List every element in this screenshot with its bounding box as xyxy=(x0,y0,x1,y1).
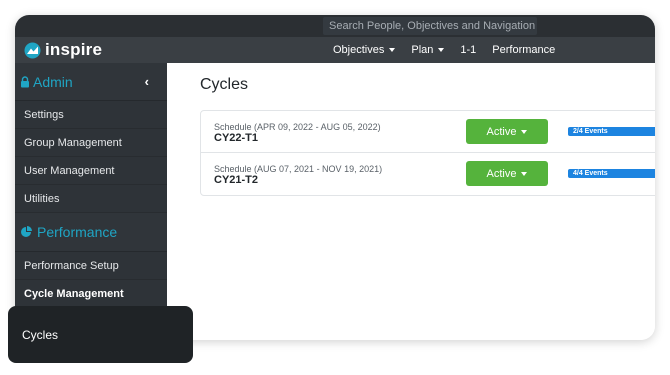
nav-item-plan[interactable]: Plan xyxy=(411,44,445,56)
main-navbar: inspire Objectives Plan 1-1 Performance xyxy=(15,37,655,63)
app-window: Search People, Objectives and Navigation… xyxy=(15,15,655,340)
cycle-schedule: Schedule (AUG 07, 2021 - NOV 19, 2021) xyxy=(214,164,383,174)
sidebar-item-label: Settings xyxy=(24,108,64,121)
inspire-logo-icon xyxy=(24,42,41,58)
cycle-name[interactable]: CY22-T1 xyxy=(214,132,258,144)
logo-text: inspire xyxy=(45,40,103,59)
cycles-list: Schedule (APR 09, 2022 - AUG 05, 2022) C… xyxy=(200,110,655,196)
caret-down-icon xyxy=(389,48,396,52)
sidebar-performance-header[interactable]: Performance xyxy=(15,213,167,252)
nav-item-objectives[interactable]: Objectives xyxy=(333,44,396,56)
events-progress-badge: 2/4 Events xyxy=(568,127,655,136)
search-placeholder: Search People, Objectives and Navigation xyxy=(329,20,536,32)
caret-down-icon xyxy=(521,129,528,134)
top-search-bar: Search People, Objectives and Navigation xyxy=(15,15,655,37)
caret-down-icon xyxy=(438,48,445,52)
nav-item-label: Performance xyxy=(492,44,556,56)
nav-item-label: Plan xyxy=(411,44,434,56)
cycle-status-dropdown[interactable]: Active xyxy=(466,119,548,144)
sidebar-item-label: User Management xyxy=(24,164,115,177)
nav-item-label: Objectives xyxy=(333,44,385,56)
cycle-status-label: Active xyxy=(486,125,517,138)
cycle-name[interactable]: CY21-T2 xyxy=(214,174,258,186)
sidebar-performance-title: Performance xyxy=(37,224,118,240)
sidebar-item-performance-setup[interactable]: Performance Setup xyxy=(15,252,167,280)
lock-icon xyxy=(21,75,29,87)
nav-item-label: 1-1 xyxy=(460,44,477,56)
sidebar-admin-title: Admin xyxy=(33,73,73,90)
sidebar-item-user-management[interactable]: User Management xyxy=(15,157,167,185)
main-content: Cycles Schedule (APR 09, 2022 - AUG 05, … xyxy=(167,63,655,340)
sidebar-item-utilities[interactable]: Utilities xyxy=(15,185,167,213)
nav-item-one-on-one[interactable]: 1-1 xyxy=(460,44,476,56)
callout-label: Cycles xyxy=(22,327,59,342)
cycle-row[interactable]: Schedule (AUG 07, 2021 - NOV 19, 2021) C… xyxy=(201,153,655,195)
sidebar: Admin ‹ Settings Group Management User M… xyxy=(15,63,167,340)
sidebar-item-label: Cycle Management xyxy=(24,287,124,300)
caret-down-icon xyxy=(521,171,528,176)
sidebar-admin-header[interactable]: Admin ‹ xyxy=(15,63,167,101)
sidebar-item-group-management[interactable]: Group Management xyxy=(15,129,167,157)
pie-chart-icon xyxy=(21,226,32,237)
cycle-status-label: Active xyxy=(486,167,517,180)
cycle-row[interactable]: Schedule (APR 09, 2022 - AUG 05, 2022) C… xyxy=(201,111,655,153)
sidebar-item-label: Utilities xyxy=(24,192,60,205)
sidebar-item-label: Performance Setup xyxy=(24,259,119,272)
sidebar-item-settings[interactable]: Settings xyxy=(15,101,167,129)
cycle-schedule: Schedule (APR 09, 2022 - AUG 05, 2022) xyxy=(214,122,381,132)
sidebar-item-label: Group Management xyxy=(24,136,122,149)
events-progress-badge: 4/4 Events xyxy=(568,169,655,178)
nav-menu: Objectives Plan 1-1 Performance xyxy=(333,37,571,63)
inspire-logo[interactable]: inspire xyxy=(24,40,103,59)
sidebar-item-cycle-management[interactable]: Cycle Management xyxy=(15,280,167,308)
search-input[interactable]: Search People, Objectives and Navigation xyxy=(323,17,537,35)
chevron-left-icon[interactable]: ‹ xyxy=(145,74,149,89)
nav-item-performance[interactable]: Performance xyxy=(492,44,555,56)
cycles-callout[interactable]: Cycles xyxy=(8,306,193,363)
page-title: Cycles xyxy=(200,76,249,93)
cycle-status-dropdown[interactable]: Active xyxy=(466,161,548,186)
